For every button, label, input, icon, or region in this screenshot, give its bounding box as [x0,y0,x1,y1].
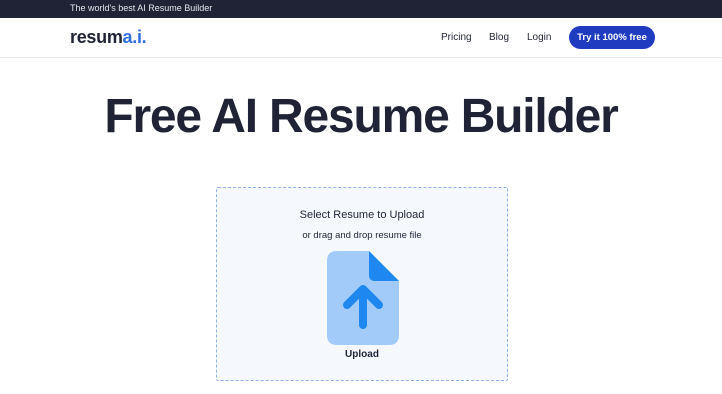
page-title: Free AI Resume Builder [104,90,619,143]
nav-link-login[interactable]: Login [527,32,551,43]
try-free-button[interactable]: Try it 100% free [569,26,655,49]
logo-main-text: resum [70,27,123,47]
logo-accent-text: a.i. [122,27,147,47]
site-logo[interactable]: resuma.i. [70,27,147,48]
nav-link-pricing[interactable]: Pricing [441,32,472,43]
navbar: resuma.i. Pricing Blog Login Try it 100%… [0,18,722,58]
resume-upload-dropzone[interactable]: Select Resume to Upload or drag and drop… [216,187,508,381]
upload-subtext: or drag and drop resume file [302,230,422,241]
nav-link-blog[interactable]: Blog [489,32,509,43]
file-corner-fold [369,251,399,281]
top-banner: The world's best AI Resume Builder [0,0,722,18]
file-upload-icon[interactable] [327,251,399,345]
upload-button-label[interactable]: Upload [217,349,507,360]
upload-heading: Select Resume to Upload [299,209,425,221]
